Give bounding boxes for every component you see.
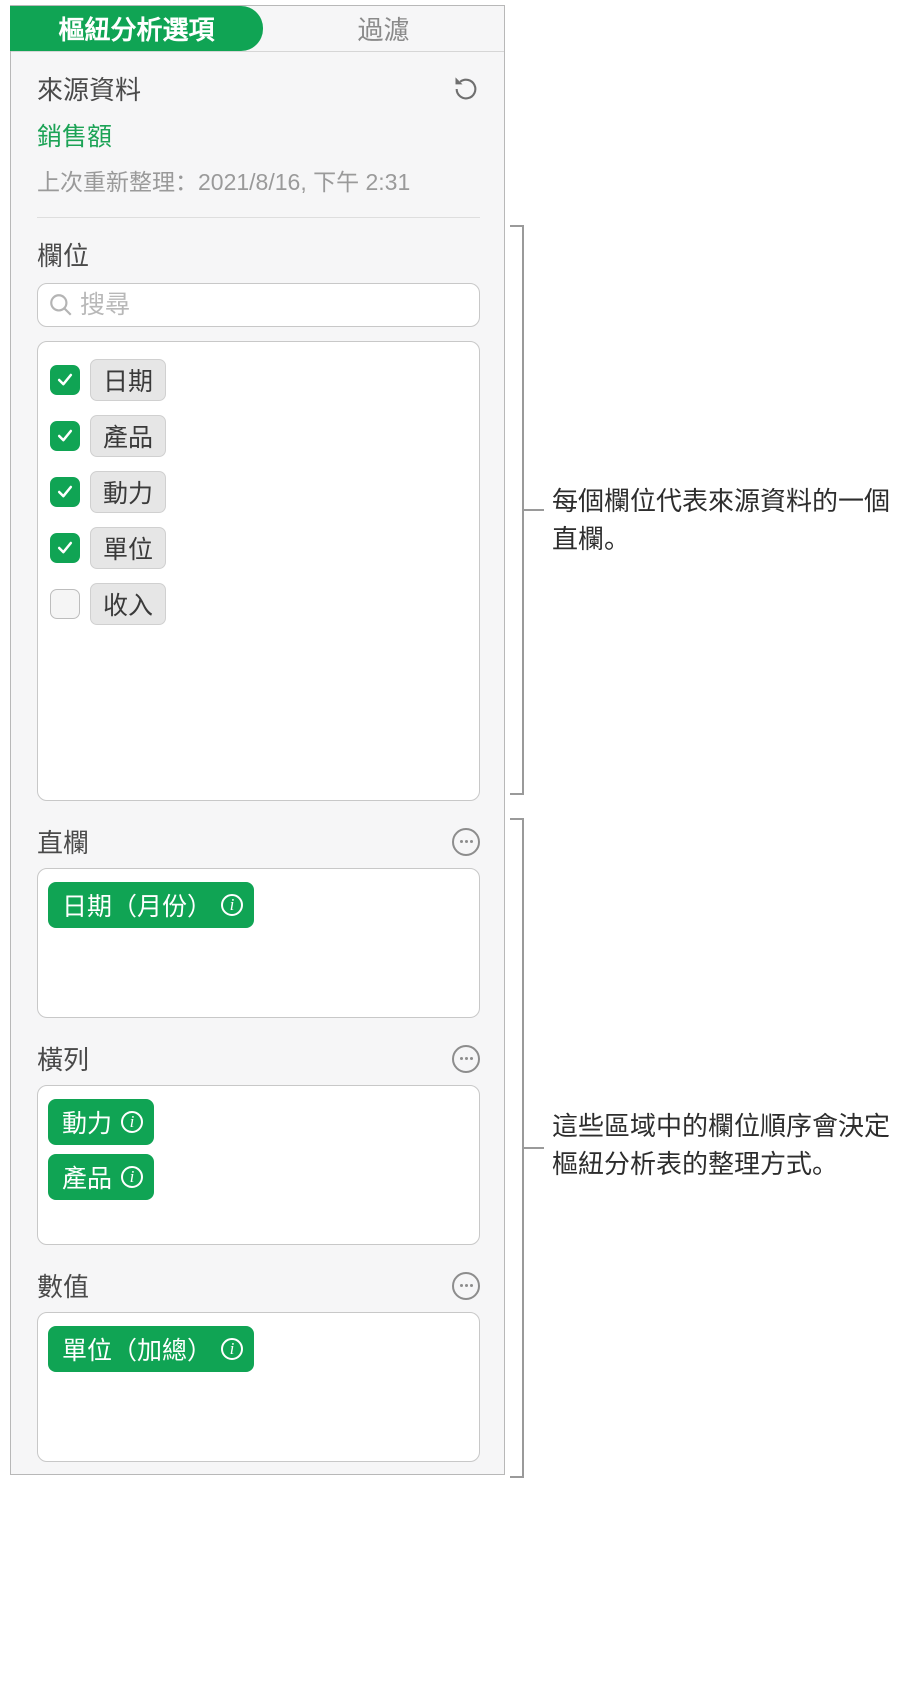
columns-more-button[interactable] [452, 828, 480, 856]
source-data-label: 來源資料 [37, 70, 141, 107]
field-checkbox[interactable] [50, 365, 80, 395]
source-dataset-name[interactable]: 銷售額 [37, 117, 480, 153]
columns-label: 直欄 [37, 823, 89, 860]
values-drop-zone[interactable]: 單位（加總） i [37, 1312, 480, 1462]
rows-more-button[interactable] [452, 1045, 480, 1073]
rows-zone-section: 橫列 動力 i 產品 i [11, 1018, 504, 1245]
zone-field-label: 單位（加總） [62, 1331, 212, 1367]
zone-field-label: 動力 [62, 1104, 112, 1140]
zone-field-label: 產品 [62, 1159, 112, 1195]
tab-filter[interactable]: 過濾 [263, 6, 504, 51]
search-icon [48, 292, 74, 318]
callout-zones: 這些區域中的欄位順序會決定樞紐分析表的整理方式。 [510, 818, 890, 1478]
svg-text:i: i [130, 1167, 135, 1186]
refresh-icon[interactable] [452, 75, 480, 103]
search-field-wrap[interactable] [37, 283, 480, 327]
info-icon[interactable]: i [120, 1165, 144, 1189]
field-checkbox[interactable] [50, 477, 80, 507]
callout-fields-text: 每個欄位代表來源資料的一個直欄。 [552, 483, 892, 558]
search-input[interactable] [80, 291, 469, 320]
zone-field-label: 日期（月份） [62, 887, 212, 923]
zone-field-pill[interactable]: 日期（月份） i [48, 882, 254, 928]
info-icon[interactable]: i [220, 1337, 244, 1361]
svg-text:i: i [230, 1339, 235, 1358]
fields-section: 欄位 日期產品動力單位收入 [11, 218, 504, 801]
callout-zones-text: 這些區域中的欄位順序會決定樞紐分析表的整理方式。 [552, 1108, 892, 1183]
last-refreshed-label: 上次重新整理：2021/8/16, 下午 2:31 [37, 163, 480, 197]
field-checkbox[interactable] [50, 533, 80, 563]
field-row: 單位 [48, 520, 469, 576]
field-pill[interactable]: 產品 [90, 415, 166, 457]
columns-drop-zone[interactable]: 日期（月份） i [37, 868, 480, 1018]
field-row: 動力 [48, 464, 469, 520]
rows-drop-zone[interactable]: 動力 i 產品 i [37, 1085, 480, 1245]
svg-text:i: i [130, 1112, 135, 1131]
tab-pivot-options[interactable]: 樞紐分析選項 [10, 6, 263, 51]
zone-field-pill[interactable]: 單位（加總） i [48, 1326, 254, 1372]
field-row: 產品 [48, 408, 469, 464]
source-section: 來源資料 銷售額 上次重新整理：2021/8/16, 下午 2:31 [11, 52, 504, 218]
values-zone-section: 數值 單位（加總） i [11, 1245, 504, 1462]
fields-label: 欄位 [37, 236, 480, 273]
field-pill[interactable]: 日期 [90, 359, 166, 401]
svg-text:i: i [230, 895, 235, 914]
values-more-button[interactable] [452, 1272, 480, 1300]
rows-label: 橫列 [37, 1040, 89, 1077]
field-row: 收入 [48, 576, 469, 632]
values-label: 數值 [37, 1267, 89, 1304]
field-checkbox[interactable] [50, 421, 80, 451]
columns-zone-section: 直欄 日期（月份） i [11, 801, 504, 1018]
field-row: 日期 [48, 352, 469, 408]
callout-fields: 每個欄位代表來源資料的一個直欄。 [510, 225, 890, 795]
zone-field-pill[interactable]: 產品 i [48, 1154, 154, 1200]
field-pill[interactable]: 動力 [90, 471, 166, 513]
field-pill[interactable]: 單位 [90, 527, 166, 569]
field-checkbox[interactable] [50, 589, 80, 619]
field-pill[interactable]: 收入 [90, 583, 166, 625]
tab-bar: 樞紐分析選項 過濾 [11, 6, 504, 52]
info-icon[interactable]: i [120, 1110, 144, 1134]
info-icon[interactable]: i [220, 893, 244, 917]
fields-list: 日期產品動力單位收入 [37, 341, 480, 801]
pivot-options-panel: 樞紐分析選項 過濾 來源資料 銷售額 上次重新整理：2021/8/16, 下午 … [10, 5, 505, 1475]
zone-field-pill[interactable]: 動力 i [48, 1099, 154, 1145]
